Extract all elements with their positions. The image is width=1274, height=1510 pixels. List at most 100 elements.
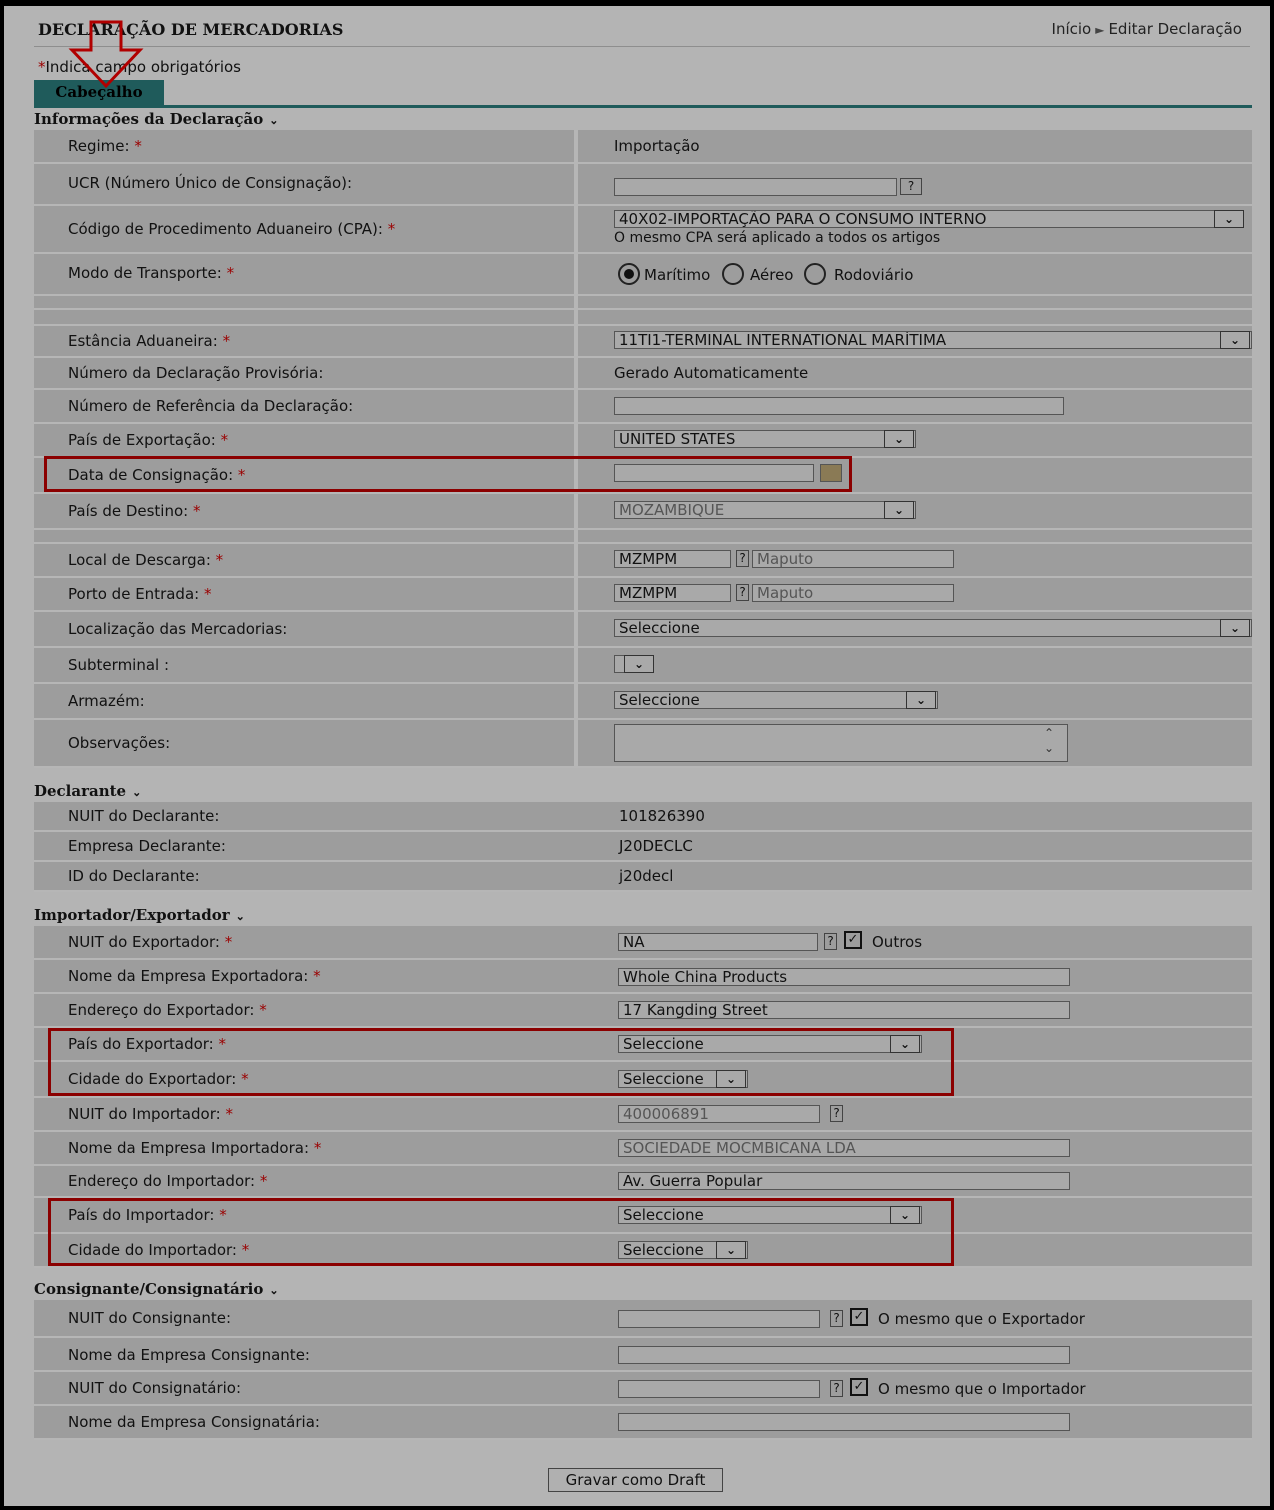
row-provisoria: Número da Declaração Provisória: Gerado … — [34, 358, 1252, 390]
row-nuit-declarante: NUIT do Declarante: 101826390 — [34, 802, 1252, 832]
highlight-importador-pais-cidade — [48, 1198, 954, 1266]
outros-checkbox[interactable]: ✓ — [844, 931, 862, 949]
endereco-importador-input[interactable]: Av. Guerra Popular — [618, 1172, 1070, 1190]
breadcrumb-home-link[interactable]: Início — [1052, 20, 1092, 38]
help-icon[interactable]: ? — [824, 933, 837, 950]
help-icon[interactable]: ? — [830, 1310, 843, 1327]
row-armazem: Armazém: Seleccione ⌄ — [34, 684, 1252, 720]
nuit-consignante-input[interactable] — [618, 1310, 820, 1328]
nuit-importador-label: NUIT do Importador: * — [68, 1105, 233, 1123]
header-divider — [34, 46, 1250, 47]
row-transport: Modo de Transporte: * Marítimo Aéreo Rod… — [34, 254, 1252, 296]
chevron-down-icon[interactable]: ⌄ — [1220, 331, 1250, 349]
row-referencia: Número de Referência da Declaração: — [34, 390, 1252, 424]
referencia-input[interactable] — [614, 397, 1064, 415]
cpa-select[interactable]: 40X02-IMPORTAÇÃO PARA O CONSUMO INTERNO — [614, 210, 1244, 228]
radio-rodoviario-label: Rodoviário — [834, 266, 914, 284]
scroll-arrows-icon[interactable]: ⌃ ⌄ — [1044, 726, 1054, 756]
radio-maritimo[interactable] — [618, 263, 640, 285]
subterminal-label: Subterminal : — [68, 656, 170, 674]
section-header-declarante[interactable]: Declarante ⌄ — [34, 782, 141, 800]
mesmo-importador-label: O mesmo que o Importador — [878, 1380, 1086, 1398]
section-header-impexp[interactable]: Importador/Exportador ⌄ — [34, 906, 245, 924]
nuit-consignatario-input[interactable] — [618, 1380, 820, 1398]
nome-consignatario-input[interactable] — [618, 1413, 1070, 1431]
help-icon[interactable]: ? — [830, 1380, 843, 1397]
chevron-down-icon[interactable]: ⌄ — [1214, 210, 1244, 228]
chevron-down-icon[interactable]: ⌄ — [1220, 619, 1250, 637]
provisoria-value: Gerado Automaticamente — [614, 364, 809, 382]
help-icon[interactable]: ? — [830, 1105, 843, 1122]
transport-label: Modo de Transporte: * — [68, 264, 235, 282]
row-nuit-importador: NUIT do Importador: * 400006891 ? — [34, 1098, 1252, 1132]
section-header-info[interactable]: Informações da Declaração ⌄ — [34, 110, 278, 128]
observacoes-textarea[interactable] — [614, 724, 1068, 762]
nome-consignante-label: Nome da Empresa Consignante: — [68, 1346, 310, 1364]
help-icon[interactable]: ? — [736, 584, 749, 601]
armazem-select[interactable]: Seleccione — [614, 691, 938, 709]
local-descarga-name: Maputo — [752, 550, 954, 568]
chevron-down-icon[interactable]: ⌄ — [884, 501, 914, 519]
chevron-down-icon: ⌄ — [269, 114, 279, 127]
section-header-consign[interactable]: Consignante/Consignatário ⌄ — [34, 1280, 279, 1298]
local-descarga-label: Local de Descarga: * — [68, 551, 224, 569]
mesmo-exportador-checkbox[interactable]: ✓ — [850, 1308, 868, 1326]
row-regime: Regime: * Importação — [34, 130, 1252, 164]
armazem-label: Armazém: — [68, 692, 145, 710]
porto-entrada-name: Maputo — [752, 584, 954, 602]
row-subterminal: Subterminal : ⌄ — [34, 648, 1252, 684]
radio-maritimo-label: Marítimo — [644, 266, 711, 284]
chevron-down-icon[interactable]: ⌄ — [906, 691, 936, 709]
row-observacoes: Observações: ⌃ ⌄ — [34, 720, 1252, 768]
row-pais-exportacao: País de Exportação: * UNITED STATES ⌄ — [34, 424, 1252, 458]
nome-consignatario-label: Nome da Empresa Consignatária: — [68, 1413, 320, 1431]
nuit-consignante-label: NUIT do Consignante: — [68, 1309, 232, 1327]
breadcrumb-separator-icon: ► — [1095, 23, 1105, 37]
radio-aereo[interactable] — [722, 263, 744, 285]
row-porto-entrada: Porto de Entrada: * MZMPM ? Maputo — [34, 578, 1252, 612]
porto-entrada-code-input[interactable]: MZMPM — [614, 584, 731, 602]
local-descarga-code-input[interactable]: MZMPM — [614, 550, 731, 568]
regime-value: Importação — [614, 137, 700, 155]
nuit-consignatario-label: NUIT do Consignatário: — [68, 1379, 242, 1397]
nome-consignante-input[interactable] — [618, 1346, 1070, 1364]
nuit-importador-input[interactable]: 400006891 — [618, 1105, 820, 1123]
endereco-exportador-input[interactable]: 17 Kangding Street — [618, 1001, 1070, 1019]
nome-importador-input[interactable]: SOCIEDADE MOCMBICANA LDA — [618, 1139, 1070, 1157]
save-draft-button[interactable]: Gravar como Draft — [548, 1468, 723, 1492]
ucr-label: UCR (Número Único de Consignação): — [68, 174, 353, 192]
ucr-input[interactable] — [614, 178, 897, 196]
estancia-select[interactable]: 11TI1-TERMINAL INTERNATIONAL MARÍTIMA — [614, 331, 1252, 349]
localizacao-select[interactable]: Seleccione — [614, 619, 1252, 637]
row-nome-exportador: Nome da Empresa Exportadora: * Whole Chi… — [34, 960, 1252, 994]
pais-destino-label: País de Destino: * — [68, 502, 201, 520]
nuit-declarante-value: 101826390 — [619, 807, 705, 825]
page-frame: DECLARAÇÃO DE MERCADORIAS Início ► Editar … — [4, 6, 1270, 1506]
down-arrow-annotation-icon — [68, 20, 144, 89]
endereco-importador-label: Endereço do Importador: * — [68, 1172, 268, 1190]
row-nome-consignante: Nome da Empresa Consignante: — [34, 1338, 1252, 1372]
observacoes-label: Observações: — [68, 734, 171, 752]
regime-label: Regime: * — [68, 137, 142, 155]
row-nome-importador: Nome da Empresa Importadora: * SOCIEDADE… — [34, 1132, 1252, 1166]
row-ucr: UCR (Número Único de Consignação): ? — [34, 164, 1252, 206]
radio-rodoviario[interactable] — [804, 263, 826, 285]
nome-exportador-label: Nome da Empresa Exportadora: * — [68, 967, 321, 985]
empresa-declarante-value: J20DECLC — [619, 837, 693, 855]
nuit-exportador-input[interactable]: NA — [618, 933, 818, 951]
row-estancia: Estância Aduaneira: * 11TI1-TERMINAL INT… — [34, 326, 1252, 358]
cpa-label: Código de Procedimento Aduaneiro (CPA): … — [68, 220, 396, 238]
nome-exportador-input[interactable]: Whole China Products — [618, 968, 1070, 986]
help-icon[interactable]: ? — [736, 550, 749, 567]
row-nuit-consignante: NUIT do Consignante: ? ✓ O mesmo que o E… — [34, 1300, 1252, 1338]
row-spacer — [34, 530, 1252, 544]
mesmo-importador-checkbox[interactable]: ✓ — [850, 1378, 868, 1396]
help-icon[interactable]: ? — [900, 178, 922, 195]
chevron-down-icon[interactable]: ⌄ — [884, 430, 914, 448]
pais-destino-select[interactable]: MOZAMBIQUE — [614, 501, 916, 519]
id-declarante-label: ID do Declarante: — [68, 867, 200, 885]
pais-exportacao-select[interactable]: UNITED STATES — [614, 430, 916, 448]
chevron-down-icon[interactable]: ⌄ — [624, 655, 654, 673]
row-nome-consignatario: Nome da Empresa Consignatária: — [34, 1406, 1252, 1440]
cpa-note: O mesmo CPA será aplicado a todos os art… — [614, 230, 941, 246]
